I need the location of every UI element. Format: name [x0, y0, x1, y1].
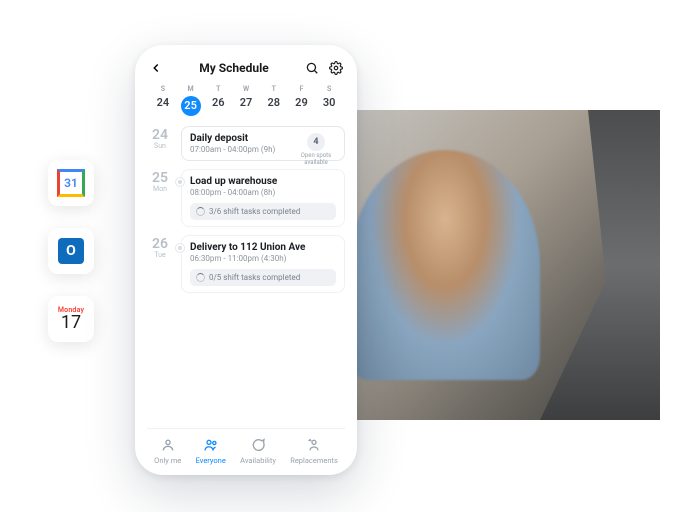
- tasks-progress: 0/5 shift tasks completed: [190, 269, 336, 286]
- date-column: 26 Tue: [147, 235, 173, 293]
- tab-everyone[interactable]: Everyone: [196, 437, 226, 465]
- back-icon[interactable]: [149, 61, 163, 75]
- schedule-item[interactable]: 26 Tue Delivery to 112 Union Ave 06:30pm…: [147, 235, 345, 293]
- schedule-item[interactable]: 24 Sun Daily deposit 07:00am - 04:00pm (…: [147, 126, 345, 161]
- chat-icon: [250, 437, 266, 453]
- integration-icons: 31 O Monday 17: [48, 160, 94, 342]
- open-spots-label: Open spots available: [296, 153, 336, 166]
- apple-calendar-icon: Monday 17: [48, 296, 94, 342]
- app-header: My Schedule: [147, 59, 345, 83]
- gear-icon[interactable]: [329, 61, 343, 75]
- shift-card[interactable]: Load up warehouse 08:00pm - 04:00am (8h)…: [181, 169, 345, 227]
- tab-availability[interactable]: Availability: [240, 437, 276, 465]
- outlook-icon: O: [48, 228, 94, 274]
- shift-card[interactable]: Delivery to 112 Union Ave 06:30pm - 11:0…: [181, 235, 345, 293]
- schedule-list: 24 Sun Daily deposit 07:00am - 04:00pm (…: [147, 122, 345, 424]
- weekday-cell[interactable]: T26: [204, 85, 232, 116]
- gcal-day: 31: [57, 169, 85, 197]
- tab-only-me[interactable]: Only me: [154, 437, 181, 465]
- weekday-cell-active[interactable]: M25: [177, 85, 205, 116]
- page-title: My Schedule: [199, 61, 269, 75]
- google-calendar-icon: 31: [48, 160, 94, 206]
- open-spots-count: 4: [307, 133, 325, 151]
- bottom-nav: Only me Everyone Availability Replacemen…: [147, 428, 345, 465]
- progress-ring-icon: [196, 207, 205, 216]
- status-dot-icon: [176, 178, 184, 186]
- weekday-cell[interactable]: T28: [260, 85, 288, 116]
- tasks-text: 3/6 shift tasks completed: [209, 207, 300, 216]
- search-icon[interactable]: [305, 61, 319, 75]
- progress-ring-icon: [196, 273, 205, 282]
- weekday-cell[interactable]: S24: [149, 85, 177, 116]
- weekday-cell[interactable]: W27: [232, 85, 260, 116]
- shift-card[interactable]: Daily deposit 07:00am - 04:00pm (9h) 4 O…: [181, 126, 345, 161]
- shift-time: 08:00pm - 04:00am (8h): [190, 188, 336, 197]
- week-strip: S24 M25 T26 W27 T28 F29 S30: [147, 83, 345, 122]
- weekday-cell[interactable]: F29: [288, 85, 316, 116]
- apple-cal-day: 17: [61, 314, 81, 332]
- weekday-cell[interactable]: S30: [315, 85, 343, 116]
- tasks-progress: 3/6 shift tasks completed: [190, 203, 336, 220]
- shift-title: Load up warehouse: [190, 176, 336, 187]
- outlook-letter: O: [58, 238, 84, 264]
- schedule-item[interactable]: 25 Mon Load up warehouse 08:00pm - 04:00…: [147, 169, 345, 227]
- person-icon: [160, 437, 176, 453]
- shift-title: Delivery to 112 Union Ave: [190, 242, 336, 253]
- open-spots: 4 Open spots available: [296, 133, 336, 166]
- tab-replacements[interactable]: Replacements: [290, 437, 338, 465]
- date-column: 25 Mon: [147, 169, 173, 227]
- phone-mockup: My Schedule S24 M25 T26 W27 T28 F29 S30: [135, 45, 357, 475]
- hero-photo: [320, 110, 660, 420]
- status-dot-icon: [176, 244, 184, 252]
- tasks-text: 0/5 shift tasks completed: [209, 273, 300, 282]
- people-icon: [203, 437, 219, 453]
- shift-time: 06:30pm - 11:00pm (4:30h): [190, 254, 336, 263]
- swap-icon: [306, 437, 322, 453]
- date-column: 24 Sun: [147, 126, 173, 161]
